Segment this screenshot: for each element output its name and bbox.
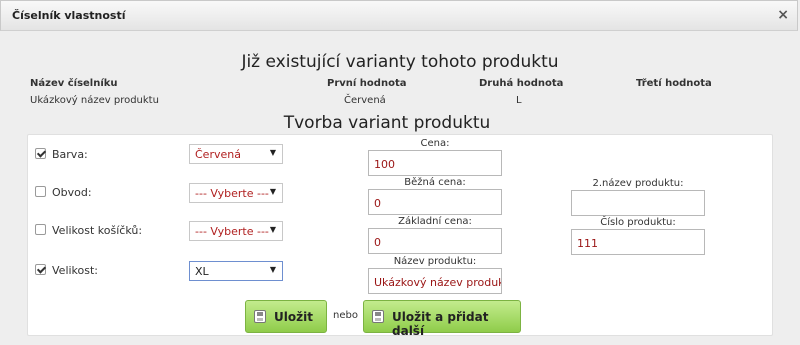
- save-and-add-button[interactable]: Uložit a přidat další: [363, 300, 521, 338]
- chevron-down-icon: ▼: [269, 225, 276, 234]
- save-button-label: Uložit: [274, 310, 313, 324]
- header-treti: Třetí hodnota: [636, 78, 712, 89]
- label-velikost: Velikost:: [52, 264, 99, 277]
- label-velikost-kosicku: Velikost košíčků:: [52, 224, 143, 237]
- chevron-down-icon: ▼: [269, 265, 276, 274]
- input-bezna-cena[interactable]: 0: [368, 189, 502, 215]
- dialog-title: Číselník vlastností: [12, 9, 126, 22]
- select-velikost[interactable]: XL ▼: [189, 261, 283, 281]
- input-nazev-produktu[interactable]: Ukázkový název produktu: [368, 268, 502, 294]
- input-cena[interactable]: 100: [368, 150, 502, 176]
- select-barva[interactable]: Červená ▼: [189, 144, 283, 164]
- checkbox-barva[interactable]: [35, 148, 46, 159]
- existing-first-value: Červená: [344, 95, 386, 106]
- or-label: nebo: [333, 310, 358, 321]
- existing-second-value: L: [516, 95, 522, 106]
- select-obvod[interactable]: --- Vyberte --- ▼: [189, 183, 283, 203]
- existing-name: Ukázkový název produktu: [30, 95, 159, 106]
- label-cislo-produktu: Číslo produktu:: [600, 217, 676, 228]
- select-barva-value: Červená: [195, 148, 241, 161]
- label-bezna-cena: Běžná cena:: [404, 177, 466, 188]
- save-button[interactable]: Uložit: [245, 300, 327, 333]
- checkbox-velikost[interactable]: [35, 264, 46, 275]
- select-velikost-kosicku[interactable]: --- Vyberte --- ▼: [189, 221, 283, 241]
- input-cislo-produktu[interactable]: 111: [571, 229, 705, 255]
- label-zakladni-cena: Základní cena:: [398, 216, 472, 227]
- select-velikost-value: XL: [195, 265, 209, 278]
- save-and-add-label: Uložit a přidat další: [392, 310, 489, 338]
- label-nazev2: 2.název produktu:: [592, 178, 684, 189]
- existing-variants-heading: Již existující varianty tohoto produktu: [241, 52, 559, 72]
- header-prvni: První hodnota: [327, 78, 407, 89]
- label-nazev-produktu: Název produktu:: [393, 256, 477, 267]
- close-icon[interactable]: ×: [777, 7, 789, 23]
- label-cena: Cena:: [420, 138, 450, 149]
- checkbox-velikost-kosicku[interactable]: [35, 224, 46, 235]
- header-druha: Druhá hodnota: [479, 78, 564, 89]
- floppy-disk-icon: [254, 310, 266, 323]
- label-obvod: Obvod:: [52, 186, 92, 199]
- chevron-down-icon: ▼: [269, 187, 276, 196]
- select-obvod-value: --- Vyberte ---: [195, 187, 269, 200]
- chevron-down-icon: ▼: [269, 148, 276, 157]
- label-barva: Barva:: [52, 148, 88, 161]
- variant-dialog: Číselník vlastností × Již existující var…: [0, 0, 800, 345]
- create-variants-heading: Tvorba variant produktu: [283, 113, 491, 133]
- header-ciselnik: Název číselníku: [30, 78, 118, 89]
- input-nazev2[interactable]: [571, 190, 705, 216]
- floppy-disk-icon: [372, 310, 384, 323]
- select-velikost-kosicku-value: --- Vyberte ---: [195, 225, 269, 238]
- input-zakladni-cena[interactable]: 0: [368, 228, 502, 254]
- checkbox-obvod[interactable]: [35, 186, 46, 197]
- dialog-titlebar: Číselník vlastností ×: [0, 0, 798, 31]
